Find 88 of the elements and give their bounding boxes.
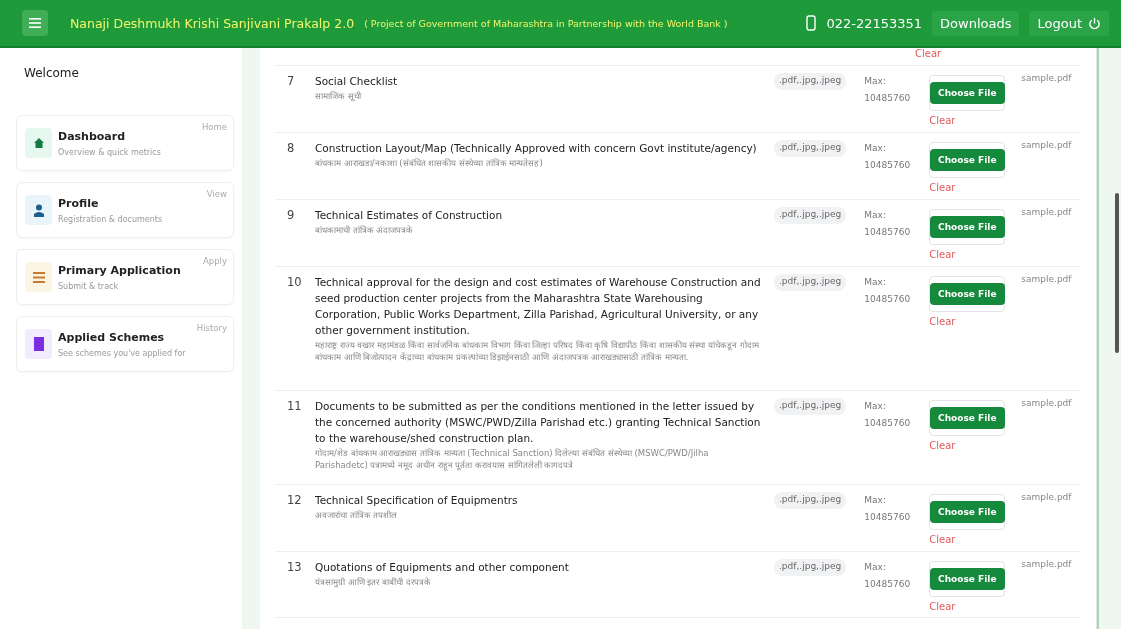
downloads-button[interactable]: Downloads [932,10,1020,36]
clear-link[interactable]: Clear [929,316,1022,327]
choose-file-button[interactable]: Choose File [930,216,1005,238]
nav-subtitle: Submit & track [58,281,120,291]
power-icon [1088,16,1101,30]
clear-link[interactable]: Clear [929,601,1022,612]
nav-title: Dashboard [58,129,127,143]
document-title-marathi: अवजारांचा तांत्रिक तपशील [315,509,399,521]
document-title-marathi: यंत्रसामुग्री आणि इतर बाबींची दरपत्रके [315,576,432,588]
house-icon [32,137,45,149]
phone-number: 022-22153351 [826,15,923,31]
clear-link[interactable]: Clear [929,249,1022,260]
choose-file-button[interactable]: Choose File [930,501,1005,523]
document-title: Technical Estimates of Construction [315,208,504,223]
format-tag: .pdf,.jpg,.jpeg [774,559,847,576]
max-size: Max: 10485760 [864,142,912,172]
choose-file-button[interactable]: Choose File [930,568,1005,590]
nav-title: Profile [58,196,100,210]
nav-action: View [206,189,227,199]
site-subtitle: ( Project of Government of Maharashtra in Partnership with the World Bank ) [364,17,728,29]
clear-link[interactable]: Clear [929,182,1022,193]
max-size: Max: 10485760 [864,276,912,306]
choose-file-button[interactable]: Choose File [930,82,1005,104]
row-number: 8 [287,140,296,157]
file-name: sample.pdf [1021,207,1072,219]
max-size: Max: 10485760 [864,400,912,430]
nav-card[interactable]: Applied Schemes See schemes you've applied for History [16,316,234,372]
document-title-marathi: गोदाम/शेड बांधकाम आराखड्यास तांत्रिक मान्यता (Technical Sanction) दिलेल्या संबंधित संस्थेच्या (MSWC/PWD/Jilha Parishadetc) पत्रामध्ये नमूद अधीन राहून पूर्तता करावयास सांगितलेली कागदपत्रे [315,447,710,471]
format-tag: .pdf,.jpg,.jpeg [774,274,847,291]
file-name: sample.pdf [1021,274,1072,286]
document-title-marathi: सामाजिक सूची [315,90,362,102]
clear-link[interactable]: Clear [929,115,1022,126]
nav-action: Apply [203,256,227,266]
row-number: 7 [287,73,296,90]
file-name: sample.pdf [1021,73,1072,85]
document-title-marathi: बांधकाम आराखडा/नकाशा (संबंधित शासकीय संस्थेच्या तांत्रिक मान्यतेसह) [315,157,544,169]
scrollbar[interactable] [1115,193,1119,353]
document-title: Technical approval for the design and cost estimates of Warehouse Construction and seed production center projects from the Maharashtra State Warehousing Corporation, Public Works Department, Zilla Parishad, Agricultural University, or any other government institution. [315,275,762,338]
max-size: Max: 10485760 [864,494,912,524]
nav-action: Home [201,122,227,132]
nav-card[interactable]: Primary Application Submit & track Apply [16,249,234,305]
document-title-marathi: बांधकामाची तांत्रिक अंदाजपत्रके [315,224,415,236]
row-number: 12 [287,492,303,509]
person-icon [32,203,45,217]
max-size: Max: 10485760 [864,561,912,591]
logout-button[interactable]: Logout [1029,10,1109,36]
file-name: sample.pdf [1021,398,1072,410]
welcome-text: Welcome [23,65,80,82]
nav-title: Primary Application [58,263,182,277]
clear-link[interactable]: Clear [915,48,942,59]
row-number: 13 [287,559,303,576]
clear-link[interactable]: Clear [929,440,1022,451]
format-tag: .pdf,.jpg,.jpeg [774,207,847,224]
phone-icon [806,15,817,31]
nav-subtitle: See schemes you've applied for [58,348,187,358]
document-title: Quotations of Equipments and other component [315,560,570,575]
row-number: 11 [287,398,303,415]
file-name: sample.pdf [1021,559,1072,571]
row-number: 9 [287,207,296,224]
choose-file-button[interactable]: Choose File [930,283,1005,305]
format-tag: .pdf,.jpg,.jpeg [774,492,847,509]
nav-subtitle: Overview & quick metrics [58,147,162,157]
nav-title: Applied Schemes [58,330,166,344]
nav-card[interactable]: Profile Registration & documents View [16,182,234,238]
format-tag: .pdf,.jpg,.jpeg [774,73,847,90]
document-title-marathi: महाराष्ट्र राज्य वखार महामंडळ किंवा सार्वजनिक बांधकाम विभाग किंवा जिल्हा परिषद किंवा कृषि विद्यापीठ किंवा शासकीय संस्था यांचेकडून गोदाम बांधकाम आणि बिजोत्पादन केंद्राच्या बांधकाम प्रकल्पांच्या डिझाईनसाठी आणि अंदाजपत्रक आराखड्यासाठी तांत्रिक मान्यता. [315,339,760,363]
max-size: Max: 10485760 [864,209,912,239]
menu-icon [29,18,41,28]
choose-file-button[interactable]: Choose File [930,407,1005,429]
site-title: Nanaji Deshmukh Krishi Sanjivani Prakalp 2.0 [70,15,355,31]
format-tag: .pdf,.jpg,.jpeg [774,398,847,415]
document-title: Documents to be submitted as per the conditions mentioned in the letter issued by the concerned authority (MSWC/PWD/Zilla Parishad etc.) granting Technical Sanction to the warehouse/shed construction plan. [315,399,762,446]
clear-link[interactable]: Clear [929,534,1022,545]
choose-file-button[interactable]: Choose File [930,149,1005,171]
menu-button[interactable] [22,10,48,36]
file-name: sample.pdf [1021,140,1072,152]
document-title: Technical Specification of Equipmentrs [315,493,519,508]
nav-card[interactable]: Dashboard Overview & quick metrics Home [16,115,234,171]
document-icon [33,337,44,351]
row-number: 10 [287,274,303,291]
document-title: Construction Layout/Map (Technically Approved with concern Govt institute/agency) [315,141,758,156]
nav-action: History [196,323,227,333]
file-name: sample.pdf [1021,492,1072,504]
list-icon [32,271,45,283]
max-size: Max: 10485760 [864,75,912,105]
document-title: Social Checklist [315,74,399,89]
nav-subtitle: Registration & documents [58,214,164,224]
format-tag: .pdf,.jpg,.jpeg [774,140,847,157]
